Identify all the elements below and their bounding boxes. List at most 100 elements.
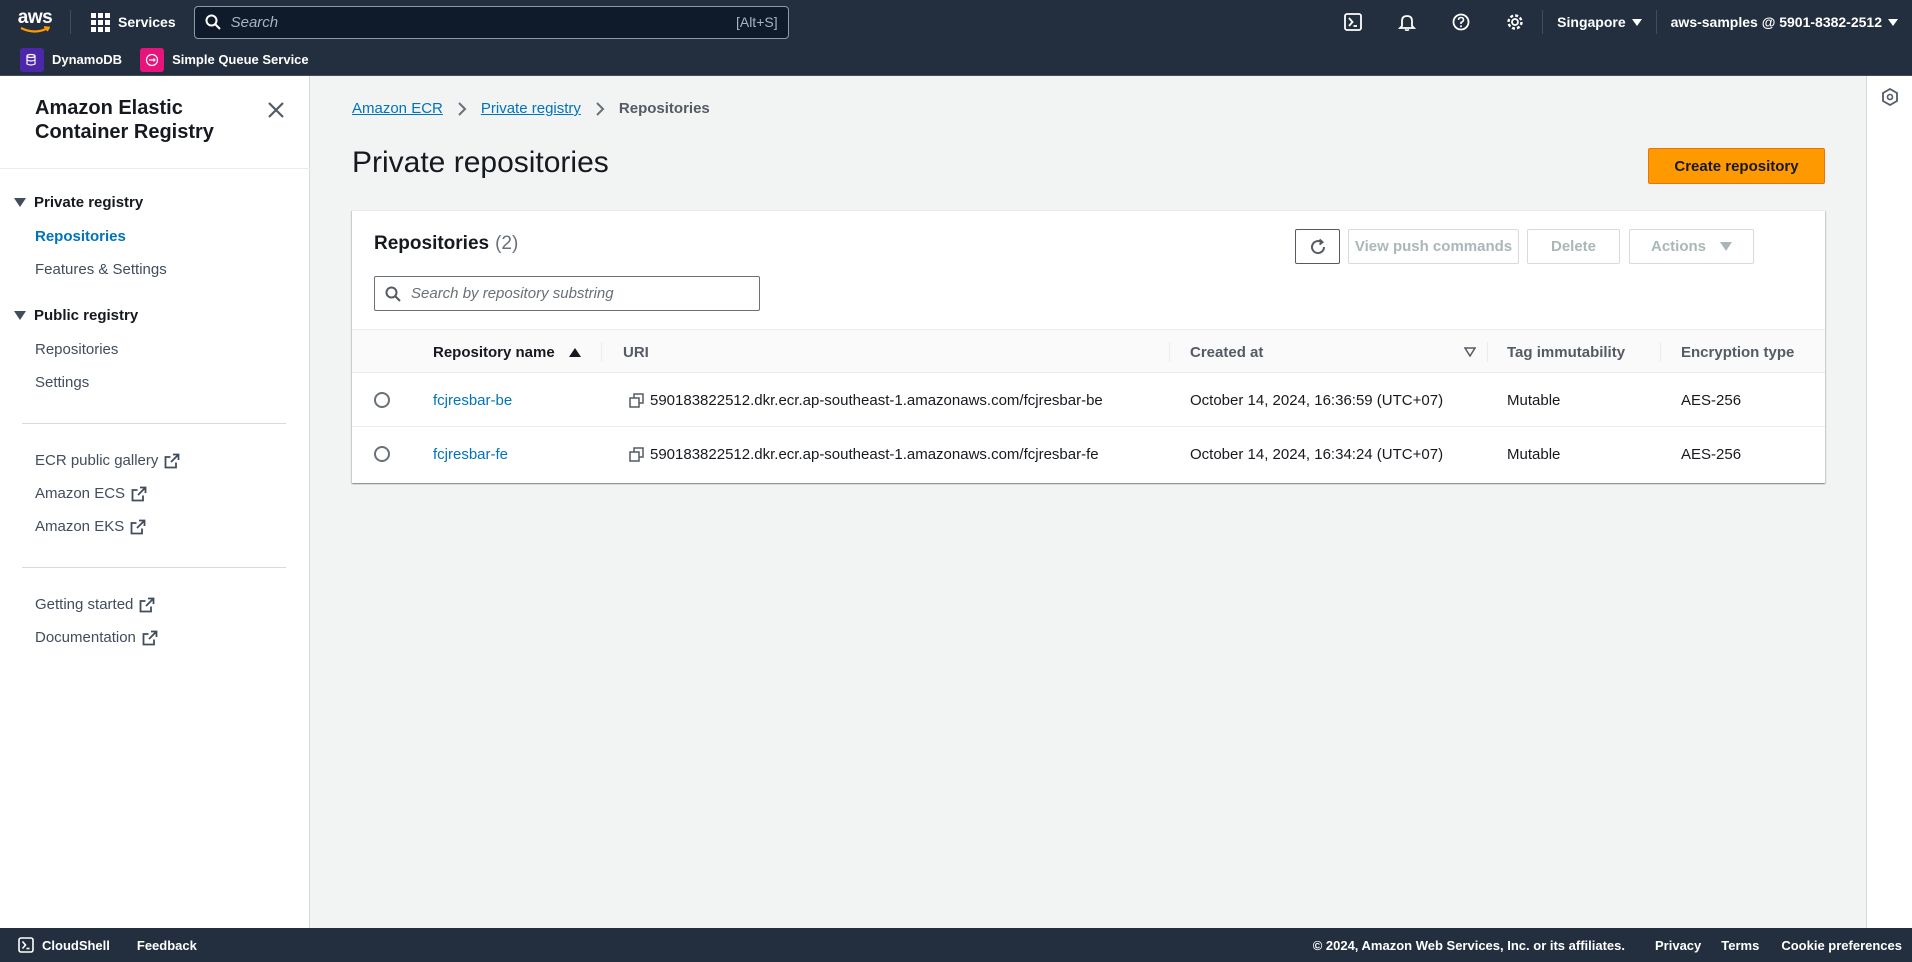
terms-link[interactable]: Terms bbox=[1721, 938, 1759, 953]
column-header-encryption-type: Encryption type bbox=[1681, 343, 1795, 361]
feedback-link[interactable]: Feedback bbox=[137, 938, 197, 953]
refresh-button[interactable] bbox=[1295, 229, 1340, 264]
expand-triangle-icon bbox=[14, 311, 26, 320]
sidebar-item-features-settings[interactable]: Features & Settings bbox=[35, 261, 167, 278]
notifications-button[interactable] bbox=[1380, 0, 1434, 44]
sidebar-title[interactable]: Amazon Elastic Container Registry bbox=[35, 96, 255, 144]
copyright-text: © 2024, Amazon Web Services, Inc. or its… bbox=[1312, 937, 1625, 953]
services-grid-icon bbox=[91, 12, 110, 32]
table-title: Repositories bbox=[374, 233, 490, 254]
sidebar-section-private-registry[interactable]: Private registry bbox=[14, 194, 143, 211]
top-navigation: aws Services Search [Alt+S] Singapore aw… bbox=[0, 0, 1912, 44]
column-header-created-at[interactable]: Created at bbox=[1190, 330, 1476, 374]
breadcrumb-private-registry[interactable]: Private registry bbox=[481, 100, 581, 117]
services-menu-button[interactable]: Services bbox=[71, 0, 194, 44]
sidebar-section-label: Public registry bbox=[34, 307, 139, 324]
privacy-link[interactable]: Privacy bbox=[1655, 938, 1701, 953]
search-icon bbox=[205, 14, 221, 30]
sidebar-item-public-repositories[interactable]: Repositories bbox=[35, 341, 118, 358]
page-title: Private repositories bbox=[352, 146, 609, 179]
uri-cell: 590183822512.dkr.ecr.ap-southeast-1.amaz… bbox=[629, 373, 1103, 427]
footer-right-links: © 2024, Amazon Web Services, Inc. or its… bbox=[1313, 938, 1902, 953]
sidebar-link-amazon-ecs[interactable]: Amazon ECS bbox=[35, 485, 147, 502]
expand-triangle-icon bbox=[14, 198, 26, 207]
help-button[interactable] bbox=[1434, 0, 1488, 44]
sidebar-item-public-settings[interactable]: Settings bbox=[35, 374, 89, 391]
aws-smile-icon bbox=[20, 26, 50, 33]
cloudshell-footer-button[interactable]: CloudShell bbox=[0, 937, 110, 953]
repositories-table-container: Repositories (2) View push commands Delet… bbox=[352, 210, 1825, 483]
table-row[interactable]: fcjresbar-fe 590183822512.dkr.ecr.ap-sou… bbox=[352, 427, 1825, 481]
repository-search-input[interactable]: Search by repository substring bbox=[374, 276, 760, 311]
external-link-icon bbox=[130, 519, 146, 534]
copy-icon[interactable] bbox=[629, 392, 644, 408]
breadcrumb-amazon-ecr[interactable]: Amazon ECR bbox=[352, 100, 443, 117]
search-placeholder: Search by repository substring bbox=[411, 285, 614, 302]
sidebar-section-label: Private registry bbox=[34, 194, 144, 211]
side-navigation: Amazon Elastic Container Registry Privat… bbox=[0, 76, 310, 928]
tag-immutability-cell: Mutable bbox=[1507, 391, 1561, 409]
sidebar-section-public-registry[interactable]: Public registry bbox=[14, 307, 138, 324]
aws-logo[interactable]: aws bbox=[0, 0, 70, 44]
terminal-icon bbox=[18, 937, 34, 953]
row-select-radio[interactable] bbox=[374, 392, 390, 408]
tag-immutability-cell: Mutable bbox=[1507, 445, 1561, 463]
uri-cell: 590183822512.dkr.ecr.ap-southeast-1.amaz… bbox=[629, 427, 1099, 481]
encryption-type-cell: AES-256 bbox=[1681, 391, 1742, 409]
favorite-label: Simple Queue Service bbox=[172, 52, 309, 67]
caret-down-icon bbox=[1631, 18, 1642, 26]
sidebar-link-label: ECR public gallery bbox=[35, 452, 159, 469]
global-search-input[interactable]: Search [Alt+S] bbox=[193, 5, 789, 39]
table-count: (2) bbox=[495, 233, 519, 254]
right-tools-rail bbox=[1866, 76, 1912, 928]
sidebar-link-amazon-eks[interactable]: Amazon EKS bbox=[35, 518, 146, 535]
create-repository-button[interactable]: Create repository bbox=[1648, 148, 1825, 184]
column-label: Created at bbox=[1190, 343, 1264, 361]
favorite-sqs[interactable]: Simple Queue Service bbox=[140, 47, 309, 72]
sidebar-link-ecr-public-gallery[interactable]: ECR public gallery bbox=[35, 452, 180, 469]
sidebar-link-documentation[interactable]: Documentation bbox=[35, 629, 158, 646]
column-separator bbox=[1660, 342, 1661, 362]
favorites-bar: DynamoDB Simple Queue Service bbox=[0, 44, 1912, 76]
row-select-radio[interactable] bbox=[374, 446, 390, 462]
region-label: Singapore bbox=[1557, 14, 1626, 30]
dynamodb-icon bbox=[20, 47, 44, 72]
created-at-cell: October 14, 2024, 16:34:24 (UTC+07) bbox=[1190, 445, 1444, 463]
search-icon bbox=[385, 286, 401, 302]
info-panel-icon[interactable] bbox=[1881, 88, 1899, 106]
repository-name-link[interactable]: fcjresbar-be bbox=[433, 373, 512, 427]
copy-icon[interactable] bbox=[629, 446, 644, 462]
bell-icon bbox=[1398, 15, 1417, 31]
table-row[interactable]: fcjresbar-be 590183822512.dkr.ecr.ap-sou… bbox=[352, 373, 1825, 427]
view-push-commands-button[interactable]: View push commands bbox=[1348, 229, 1519, 264]
column-label: Repository name bbox=[433, 343, 555, 361]
refresh-icon bbox=[1310, 238, 1325, 254]
external-link-icon bbox=[164, 453, 180, 468]
column-header-uri: URI bbox=[623, 343, 649, 361]
sort-descending-icon bbox=[1464, 347, 1476, 357]
sidebar-link-label: Amazon EKS bbox=[35, 518, 125, 535]
sqs-icon bbox=[140, 47, 165, 72]
column-header-repository-name[interactable]: Repository name bbox=[433, 330, 581, 374]
aws-logo-text: aws bbox=[17, 7, 53, 28]
table-column-headers: Repository name URI Created at Tag immut… bbox=[352, 329, 1825, 373]
region-selector[interactable]: Singapore bbox=[1543, 0, 1655, 44]
help-icon bbox=[1452, 13, 1470, 31]
close-icon[interactable] bbox=[264, 98, 288, 122]
actions-dropdown[interactable]: Actions bbox=[1629, 229, 1754, 264]
sidebar-link-getting-started[interactable]: Getting started bbox=[35, 596, 155, 613]
repository-name-link[interactable]: fcjresbar-fe bbox=[433, 427, 508, 481]
sidebar-link-label: Amazon ECS bbox=[35, 485, 126, 502]
search-shortcut: [Alt+S] bbox=[735, 14, 778, 30]
cookie-preferences-link[interactable]: Cookie preferences bbox=[1781, 938, 1902, 953]
account-menu[interactable]: aws-samples @ 5901-8382-2512 bbox=[1657, 0, 1912, 44]
actions-label: Actions bbox=[1650, 238, 1706, 255]
favorite-label: DynamoDB bbox=[52, 52, 123, 67]
settings-button[interactable] bbox=[1488, 0, 1542, 44]
delete-button[interactable]: Delete bbox=[1527, 229, 1620, 264]
cloudshell-nav-button[interactable] bbox=[1326, 0, 1380, 44]
sidebar-item-repositories[interactable]: Repositories bbox=[35, 228, 126, 245]
favorite-dynamodb[interactable]: DynamoDB bbox=[20, 47, 123, 72]
chevron-right-icon bbox=[596, 101, 605, 116]
sidebar-link-label: Getting started bbox=[35, 596, 134, 613]
